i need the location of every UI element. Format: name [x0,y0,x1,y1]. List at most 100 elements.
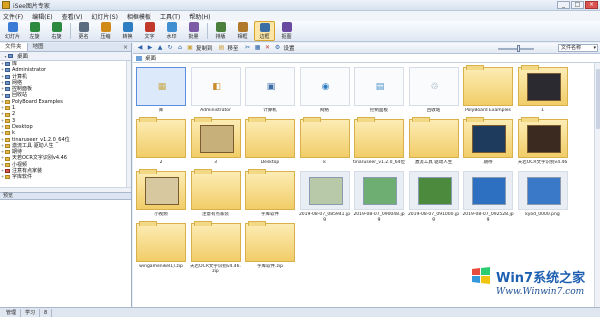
tree-item[interactable]: + 字库软件 [0,174,131,180]
toolbar-button-label: 排版 [215,34,226,40]
system-item-icon: ▣ [266,82,276,92]
copy-to-button[interactable]: 复制到 [196,44,213,52]
folder-icon [5,144,10,148]
thumbnail-item[interactable]: 期待 [462,117,514,171]
folder-icon [190,117,241,158]
scrollbar-thumb[interactable] [596,69,600,129]
thumbnail-item[interactable]: ♲ 回收站 [408,67,460,119]
sort-select-value: 文件名称 [561,45,582,51]
toolbar-button[interactable]: 压缩 [95,21,116,41]
thumbnail-item[interactable]: 小视频 [135,169,187,223]
close-icon[interactable]: × [123,44,128,51]
system-folder-icon [5,93,10,98]
thumbnail-item[interactable]: k [299,117,351,171]
thumbnail-caption: 期待 [483,160,493,165]
thumbnail-item[interactable]: kyod_0000.png [517,171,569,223]
thumbnail-item[interactable]: 字库软件.zip [244,221,296,275]
rotate-left-icon [29,22,40,32]
toolbar-button[interactable]: 左旋 [24,21,45,41]
thumbnail-item[interactable]: ▣ 计算机 [244,67,296,119]
thumbnail-item[interactable]: ▤ 控制面板 [353,67,405,119]
toolbar-button[interactable]: 水印 [161,21,182,41]
thumbnail-item[interactable]: 2 [135,117,187,171]
thumbnail-item[interactable]: 激流工具 驱动人生 [408,117,460,171]
system-item-tile: ♲ [408,67,459,106]
maximize-button[interactable]: □ [571,1,584,9]
thumbnail-item[interactable]: 天若OCR文字识别v4.46 [517,117,569,171]
thumbnail-item[interactable]: 2019-08-07_085941.jpg [299,171,351,223]
tab-map[interactable]: 地图 [28,43,49,51]
delete-icon[interactable]: ✕ [264,44,272,52]
menu-item[interactable]: 幻灯片(S) [91,12,118,21]
nav-bar: ◀ ▶ ▲ ↻ ⌂ ▣ 复制到 ▤ 移至 ✂ ▦ ✕ ⚙ 设置 文件名称 ▾ [133,43,600,54]
tree-root[interactable]: ▾ 桌面 [0,52,131,61]
thumbnail-item[interactable]: ▦ 库 [135,67,187,119]
minimize-button[interactable]: _ [557,1,570,9]
thumbnail-item[interactable]: 3 [190,117,242,171]
path-bar[interactable]: 桌面 [133,54,600,63]
thumbnail-item[interactable]: ◉ 网络 [299,67,351,119]
system-folder-icon [5,81,10,86]
thumbnail-item[interactable]: 2019-08-07_090048.jpg [353,171,405,223]
tree-scrollbar[interactable] [126,61,131,187]
copy-icon[interactable]: ▣ [186,44,194,52]
home-icon[interactable]: ⌂ [176,44,184,52]
thumbnail-caption: 2019-08-07_090048.jpg [353,212,405,222]
move-button[interactable]: 移至 [228,44,239,52]
thumbnail-item[interactable]: tinaruseer_v1.2.0_64位 [353,117,405,171]
menu-item[interactable]: 文件(F) [3,12,23,21]
move-icon[interactable]: ▤ [218,44,226,52]
menu-item[interactable]: 帮助(H) [189,12,210,21]
thumbnail-item[interactable]: 2019-08-07_091000.jpg [408,171,460,223]
folder-icon [5,99,10,104]
zoom-slider-thumb[interactable] [517,45,520,52]
toolbar-button[interactable]: 文字 [139,21,160,41]
refresh-icon[interactable]: ↻ [166,44,174,52]
thumbnail-item[interactable]: wingamenikel1).zip [135,221,187,275]
settings-icon[interactable]: ⚙ [274,44,282,52]
thumbnail-item[interactable]: 1 [517,65,569,119]
thumbnail-item[interactable]: PolyBoard Examples [462,65,514,119]
forward-icon[interactable]: ▶ [146,44,154,52]
menu-item[interactable]: 相框模板 [127,12,151,21]
main-toolbar: 幻灯片 左旋 右旋 更名 压缩 转换 文字 水印 批量 排版 相框 边框 抠图 [0,21,600,42]
toolbar-button[interactable]: 排版 [210,21,231,41]
folder-icon [463,117,513,158]
toolbar-button[interactable]: 相框 [232,21,253,41]
status-cell: 学习 [21,308,41,317]
sort-select[interactable]: 文件名称 ▾ [558,44,598,52]
paste-icon[interactable]: ▦ [254,44,262,52]
toolbar-button[interactable]: 批量 [183,21,204,41]
toolbar-button[interactable]: 边框 [254,21,275,41]
toolbar-button[interactable]: 右旋 [46,21,67,41]
thumbnail-item[interactable]: 注意有点家装 [190,169,242,223]
system-folder-icon [5,68,10,73]
back-icon[interactable]: ◀ [136,44,144,52]
toolbar-button-label: 文字 [144,34,155,40]
folder-icon [408,117,459,158]
thumbnail-item[interactable]: ◧ Administrator [190,67,242,119]
folder-tree: + 库 + Administrator + 计算机 + 网络 + 控制面板 + 回收站 + PolyBoa… [0,61,131,187]
toolbar-button[interactable]: 幻灯片 [2,21,23,41]
thumbnail-caption: wingamenikel1).zip [139,264,183,269]
toolbar-button-label: 边框 [259,34,270,40]
menu-item[interactable]: 工具(T) [160,12,180,21]
menu-item[interactable]: 查看(V) [62,12,83,21]
folder-icon [5,112,10,117]
cut-icon[interactable]: ✂ [244,44,252,52]
close-button[interactable]: × [585,1,598,9]
thumbnail-item[interactable]: Desktop [244,117,296,171]
toolbar-button[interactable]: 转换 [117,21,138,41]
thumbnail-item[interactable]: 字库软件 [244,169,296,223]
toolbar-button[interactable]: 抠图 [276,21,297,41]
settings-button[interactable]: 设置 [284,44,295,52]
zoom-slider[interactable] [498,48,534,50]
tab-folders[interactable]: 文件夹 [0,43,28,51]
thumbnail-item[interactable]: 天若OCR文字识别v4.46.zip [190,221,242,275]
toolbar-button[interactable]: 更名 [73,21,94,41]
menu-item[interactable]: 编辑(E) [32,12,52,21]
folder-icon [5,169,10,174]
up-icon[interactable]: ▲ [156,44,164,52]
system-item-tile: ◉ [299,67,350,106]
thumbnail-item[interactable]: 2019-08-07_092528.jpg [462,171,514,223]
